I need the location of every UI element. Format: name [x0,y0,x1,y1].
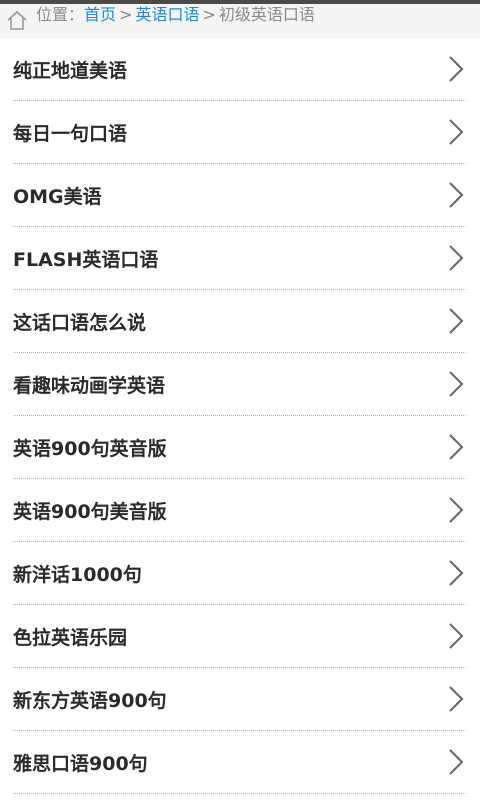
list-item-label: 这话口语怎么说 [13,311,147,334]
chevron-right-icon [449,434,464,460]
home-icon[interactable] [6,9,28,31]
list-item-label: 纯正地道美语 [13,59,128,82]
list-item-label: OMG美语 [13,185,102,208]
list-item[interactable]: 色拉英语乐园 [13,605,466,668]
chevron-right-icon [449,119,464,145]
list-item-label: 每日一句口语 [13,122,128,145]
chevron-right-icon [449,560,464,586]
list-item[interactable]: OMG美语 [13,164,466,227]
list-item-label: 看趣味动画学英语 [13,374,166,397]
list-item[interactable]: 新东方英语900句 [13,668,466,731]
list-item-label: FLASH英语口语 [13,248,159,271]
chevron-right-icon [449,308,464,334]
list-item[interactable]: 每日一句口语 [13,101,466,164]
list-item[interactable]: 看趣味动画学英语 [13,353,466,416]
list-item[interactable]: 英语900句美音版 [13,479,466,542]
list-item[interactable]: 纯正地道美语 [13,38,466,101]
list-item[interactable]: FLASH英语口语 [13,227,466,290]
list-item-label: 色拉英语乐园 [13,626,128,649]
breadcrumb-prefix: 位置： [36,5,85,24]
chevron-right-icon [449,749,464,775]
chevron-right-icon [449,245,464,271]
course-list: 纯正地道美语 每日一句口语 OMG美语 FLASH英语口语 这话口语怎么说 看趣… [0,38,480,794]
chevron-right-icon [449,371,464,397]
chevron-right-icon [449,686,464,712]
list-item-label: 英语900句英音版 [13,437,167,460]
breadcrumb-text: 位置：首页 > 英语口语 > 初级英语口语 [36,4,315,26]
list-item-label: 新洋话1000句 [13,563,142,586]
chevron-right-icon [449,182,464,208]
list-item[interactable]: 这话口语怎么说 [13,290,466,353]
list-item-label: 英语900句美音版 [13,500,167,523]
breadcrumb-home-link[interactable]: 首页 [84,5,116,24]
chevron-right-icon [449,497,464,523]
breadcrumb-separator: > [119,5,133,24]
breadcrumb-category-link[interactable]: 英语口语 [135,5,199,24]
list-item[interactable]: 新洋话1000句 [13,542,466,605]
breadcrumb-current: 初级英语口语 [218,5,315,24]
chevron-right-icon [449,623,464,649]
breadcrumb: 位置：首页 > 英语口语 > 初级英语口语 [0,4,480,38]
list-item[interactable]: 雅思口语900句 [13,731,466,794]
breadcrumb-separator: > [202,5,216,24]
list-item-label: 新东方英语900句 [13,689,167,712]
list-item-label: 雅思口语900句 [13,752,148,775]
list-item[interactable]: 英语900句英音版 [13,416,466,479]
chevron-right-icon [449,56,464,82]
